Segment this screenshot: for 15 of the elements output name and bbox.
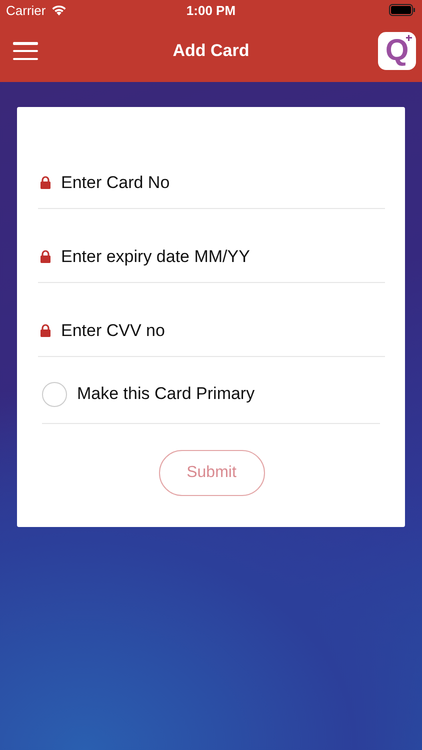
input-field[interactable]: Enter CVV no xyxy=(59,320,385,342)
lock-icon xyxy=(40,250,51,263)
lock-icon xyxy=(40,176,51,189)
radio-button[interactable] xyxy=(42,382,67,406)
status-time: 1:00 PM xyxy=(186,2,236,18)
carrier-name: Carrier xyxy=(6,2,46,18)
battery-icon xyxy=(389,4,416,16)
app-logo: Q xyxy=(378,32,416,70)
lock-icon xyxy=(40,324,51,337)
input-field[interactable]: Enter Card No xyxy=(59,172,385,194)
menu-icon[interactable] xyxy=(13,42,38,60)
page-title: Add Card xyxy=(172,41,250,61)
wifi-icon xyxy=(50,4,67,16)
input-field[interactable]: Enter expiry date MM/YY xyxy=(59,246,385,268)
option-label: Make this Card Primary xyxy=(77,384,255,404)
